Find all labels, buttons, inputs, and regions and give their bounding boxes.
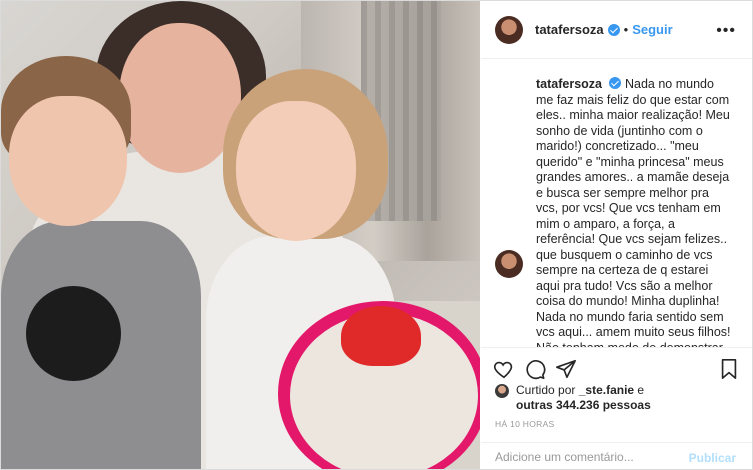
follow-button[interactable]: Seguir [632, 22, 672, 37]
liked-by-and: e [637, 383, 645, 397]
photo-mickey-print [26, 286, 121, 381]
more-options-icon[interactable]: ••• [716, 22, 736, 40]
liked-by-user[interactable]: _ste.fanie [579, 383, 634, 397]
liker-avatar[interactable] [495, 384, 509, 398]
caption-area[interactable]: tatafersoza Nada no mundo me faz mais fe… [481, 60, 752, 347]
post-timestamp[interactable]: HÁ 10 HORAS [495, 419, 555, 429]
liked-by-prefix: Curtido por [516, 383, 576, 397]
author-username[interactable]: tatafersoza [535, 22, 604, 37]
publish-button[interactable]: Publicar [689, 451, 736, 465]
photo-boy-face [9, 96, 127, 226]
post-photo[interactable] [1, 1, 480, 469]
photo-strawberry-heart [341, 306, 421, 366]
caption-text: Nada no mundo me faz mais feliz do que e… [536, 77, 731, 347]
likes-text: Curtido por _ste.fanie e outras 344.236 … [516, 383, 651, 413]
author-avatar[interactable] [495, 15, 523, 44]
verified-badge-icon [607, 23, 620, 36]
likes-count[interactable]: outras 344.236 pessoas [516, 398, 651, 412]
comment-bar: Publicar [481, 442, 752, 469]
comment-input[interactable] [495, 450, 685, 464]
caption-author-avatar[interactable] [495, 250, 523, 278]
photo-girl-face [236, 101, 356, 241]
share-icon[interactable] [555, 358, 577, 380]
action-bar [481, 347, 752, 387]
likes-summary[interactable]: Curtido por _ste.fanie e outras 344.236 … [495, 382, 745, 418]
caption: tatafersoza Nada no mundo me faz mais fe… [536, 77, 731, 347]
bookmark-icon[interactable] [718, 358, 740, 380]
header-separator: • [623, 22, 629, 37]
verified-badge-icon [609, 77, 622, 89]
caption-username[interactable]: tatafersoza [536, 77, 602, 91]
post-header: tatafersoza • Seguir ••• [481, 1, 752, 59]
comment-icon[interactable] [524, 358, 546, 380]
heart-icon[interactable] [493, 358, 515, 380]
